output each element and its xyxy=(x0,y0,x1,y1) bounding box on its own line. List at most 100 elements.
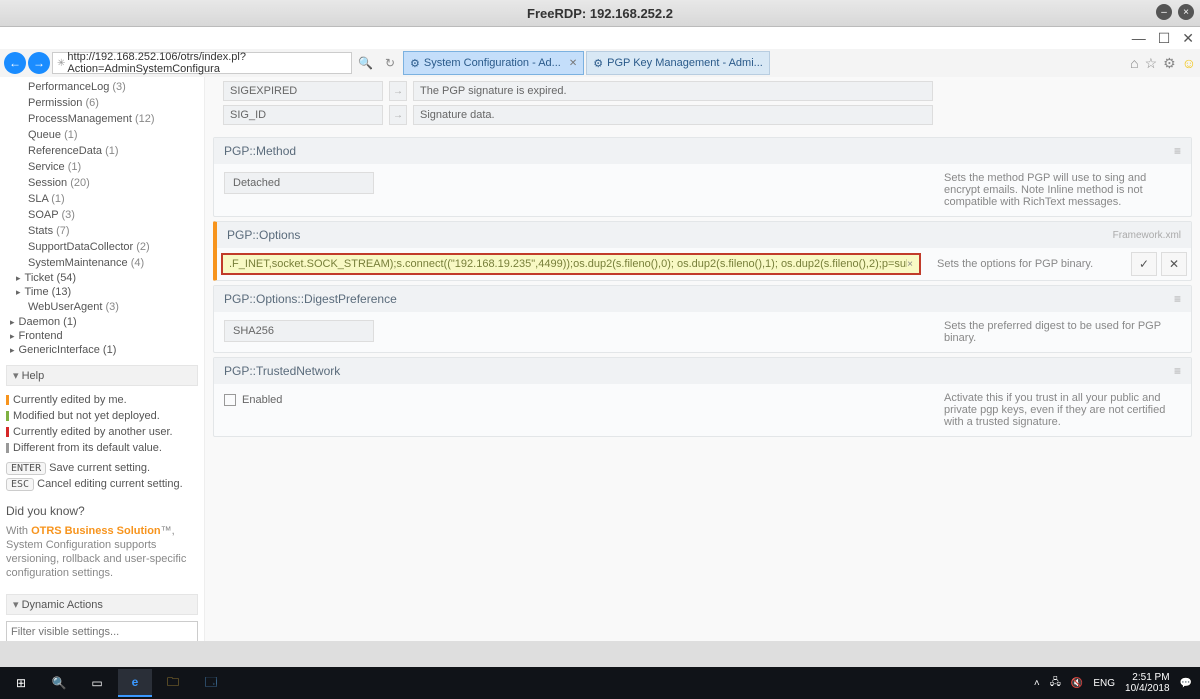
sidebar-item-time[interactable]: Time (13) xyxy=(6,285,198,299)
input-value: .F_INET,socket.SOCK_STREAM);s.connect(("… xyxy=(229,258,907,270)
panel-pgp-trusted: PGP::TrustedNetwork ≡ Enabled Activate th… xyxy=(213,357,1192,437)
sidebar-item-queue[interactable]: Queue (1) xyxy=(6,127,198,143)
lang-indicator[interactable]: ENG xyxy=(1093,678,1115,689)
table-row: SIG_ID → Signature data. xyxy=(223,105,1182,125)
os-titlebar: FreeRDP: 192.168.252.2 – × xyxy=(0,0,1200,26)
tray-up-icon[interactable]: ˄ xyxy=(1034,678,1040,689)
sidebar-item-ticket[interactable]: Ticket (54) xyxy=(6,271,198,285)
favorites-icon[interactable]: ☆ xyxy=(1145,55,1158,72)
sidebar-item-processmanagement[interactable]: ProcessManagement (12) xyxy=(6,111,198,127)
tab-label: System Configuration - Ad... xyxy=(424,57,561,69)
clear-icon[interactable]: × xyxy=(907,259,913,270)
menu-icon[interactable]: ≡ xyxy=(1174,364,1181,378)
dynamic-actions-header[interactable]: Dynamic Actions xyxy=(6,594,198,615)
table-val: Signature data. xyxy=(413,105,933,125)
panel-pgp-digest: PGP::Options::DigestPreference ≡ SHA256 S… xyxy=(213,285,1192,353)
tab-label: PGP Key Management - Admi... xyxy=(607,57,763,69)
tab-pgp-key[interactable]: ⚙ PGP Key Management - Admi... xyxy=(586,51,770,75)
menu-icon[interactable]: ≡ xyxy=(1174,144,1181,158)
sidebar-item-referencedata[interactable]: ReferenceData (1) xyxy=(6,143,198,159)
options-input[interactable]: .F_INET,socket.SOCK_STREAM);s.connect(("… xyxy=(221,253,921,275)
panel-title: PGP::TrustedNetwork xyxy=(224,364,340,378)
window-controls: — ☐ ✕ xyxy=(0,27,1200,49)
sidebar-item-frontend[interactable]: Frontend xyxy=(6,329,198,343)
notifications-icon[interactable]: 💬 xyxy=(1180,678,1192,689)
sidebar: PerformanceLog (3) Permission (6) Proces… xyxy=(0,77,205,641)
help-enter: ENTER Save current setting. xyxy=(6,462,198,474)
network-icon[interactable]: 🖧 xyxy=(1050,675,1061,692)
dyk-link[interactable]: OTRS Business Solution xyxy=(31,525,161,537)
volume-icon[interactable]: 🔇 xyxy=(1071,678,1083,689)
confirm-button[interactable]: ✓ xyxy=(1131,252,1157,276)
help-header[interactable]: Help xyxy=(6,365,198,386)
min-icon[interactable]: — xyxy=(1132,30,1146,46)
forward-button[interactable]: → xyxy=(28,52,50,74)
menu-icon[interactable]: ≡ xyxy=(1174,292,1181,306)
close-icon[interactable]: ✕ xyxy=(1182,30,1194,47)
sidebar-item-performancelog[interactable]: PerformanceLog (3) xyxy=(6,79,198,95)
tab-system-config[interactable]: ⚙ System Configuration - Ad... ✕ xyxy=(403,51,584,75)
setting-desc: Activate this if you trust in all your p… xyxy=(944,392,1181,428)
tab-close-icon[interactable]: ✕ xyxy=(569,58,577,69)
back-button[interactable]: ← xyxy=(4,52,26,74)
search-icon[interactable]: 🔍 xyxy=(354,56,377,70)
dyk-header: Did you know? xyxy=(6,504,198,518)
settings-icon[interactable]: ⚙ xyxy=(1163,55,1176,72)
sidebar-item-soap[interactable]: SOAP (3) xyxy=(6,207,198,223)
sidebar-item-genericinterface[interactable]: GenericInterface (1) xyxy=(6,343,198,357)
sidebar-item-session[interactable]: Session (20) xyxy=(6,175,198,191)
enabled-checkbox[interactable] xyxy=(224,394,236,406)
table-key: SIG_ID xyxy=(223,105,383,125)
sidebar-item-systemmaintenance[interactable]: SystemMaintenance (4) xyxy=(6,255,198,271)
browser-toolbar: ← → ✳ http://192.168.252.106/otrs/index.… xyxy=(0,49,1200,77)
home-icon[interactable]: ⌂ xyxy=(1130,55,1138,72)
taskview-button[interactable]: ▭ xyxy=(80,669,114,697)
sidebar-item-service[interactable]: Service (1) xyxy=(6,159,198,175)
address-bar[interactable]: ✳ http://192.168.252.106/otrs/index.pl?A… xyxy=(52,52,352,74)
main-content: SIGEXPIRED → The PGP signature is expire… xyxy=(205,77,1200,641)
framework-label: Framework.xml xyxy=(1113,230,1181,241)
close-icon[interactable]: × xyxy=(1178,4,1194,20)
setting-value[interactable]: Detached xyxy=(224,172,374,194)
os-title: FreeRDP: 192.168.252.2 xyxy=(527,6,673,21)
smiley-icon[interactable]: ☺ xyxy=(1182,55,1196,72)
minimize-icon[interactable]: – xyxy=(1156,4,1172,20)
legend-different: Different from its default value. xyxy=(6,440,198,456)
panel-title: PGP::Method xyxy=(224,144,296,158)
max-icon[interactable]: ☐ xyxy=(1158,30,1171,47)
app-button[interactable]: 🗔 xyxy=(194,669,228,697)
search-button[interactable]: 🔍 xyxy=(42,669,76,697)
windows-taskbar: ⊞ 🔍 ▭ e 🗀 🗔 ˄ 🖧 🔇 ENG 2:51 PM 10/4/2018 … xyxy=(0,667,1200,699)
arrow-icon: → xyxy=(389,105,407,125)
enabled-label: Enabled xyxy=(242,394,282,406)
clock[interactable]: 2:51 PM 10/4/2018 xyxy=(1125,672,1170,694)
time-text: 2:51 PM xyxy=(1132,672,1169,683)
sidebar-item-supportdatacollector[interactable]: SupportDataCollector (2) xyxy=(6,239,198,255)
sidebar-item-webuseragent[interactable]: WebUserAgent (3) xyxy=(6,299,198,315)
table-row: SIGEXPIRED → The PGP signature is expire… xyxy=(223,81,1182,101)
sidebar-item-stats[interactable]: Stats (7) xyxy=(6,223,198,239)
setting-value[interactable]: SHA256 xyxy=(224,320,374,342)
cancel-button[interactable]: ✕ xyxy=(1161,252,1187,276)
setting-desc: Sets the preferred digest to be used for… xyxy=(944,320,1181,344)
lock-icon: ✳ xyxy=(57,58,65,69)
table-key: SIGEXPIRED xyxy=(223,81,383,101)
legend-edited-other: Currently edited by another user. xyxy=(6,424,198,440)
sidebar-item-permission[interactable]: Permission (6) xyxy=(6,95,198,111)
dyk-text: With OTRS Business Solution™, System Con… xyxy=(6,524,198,580)
explorer-button[interactable]: 🗀 xyxy=(156,669,190,697)
arrow-icon: → xyxy=(389,81,407,101)
sidebar-item-daemon[interactable]: Daemon (1) xyxy=(6,315,198,329)
refresh-icon[interactable]: ↻ xyxy=(379,56,401,70)
start-button[interactable]: ⊞ xyxy=(4,669,38,697)
tab-favicon: ⚙ xyxy=(593,57,603,70)
panel-pgp-method: PGP::Method ≡ Detached Sets the method PG… xyxy=(213,137,1192,217)
tab-favicon: ⚙ xyxy=(410,57,420,70)
sidebar-item-sla[interactable]: SLA (1) xyxy=(6,191,198,207)
panel-title: PGP::Options xyxy=(227,228,300,242)
ie-button[interactable]: e xyxy=(118,669,152,697)
filter-settings-input[interactable] xyxy=(6,621,198,641)
table-val: The PGP signature is expired. xyxy=(413,81,933,101)
panel-title: PGP::Options::DigestPreference xyxy=(224,292,397,306)
setting-desc: Sets the method PGP will use to sing and… xyxy=(944,172,1181,208)
